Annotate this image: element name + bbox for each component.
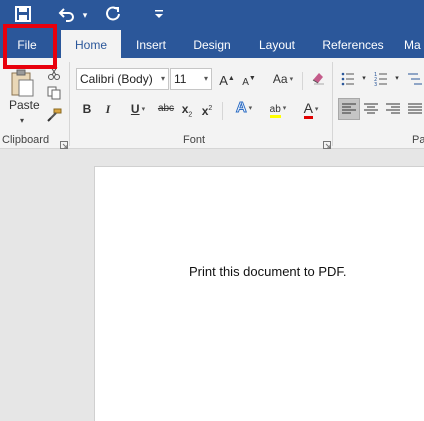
tab-references[interactable]: References: [314, 30, 392, 58]
highlight-color-button[interactable]: ab ▾: [262, 98, 294, 118]
font-size-combo[interactable]: 11 ▾: [170, 68, 212, 90]
group-separator: [69, 62, 70, 146]
tab-home[interactable]: Home: [61, 30, 121, 58]
justify-icon[interactable]: [406, 101, 424, 117]
numbering-icon[interactable]: 123: [374, 71, 392, 88]
separator: [222, 102, 223, 120]
change-case-button[interactable]: Aa ▾: [268, 69, 298, 89]
superscript-button[interactable]: x2: [200, 99, 214, 119]
quick-access-toolbar: ▾: [0, 0, 424, 30]
customize-quick-access-icon[interactable]: [152, 5, 168, 25]
paste-icon[interactable]: [10, 68, 36, 98]
group-separator: [332, 62, 333, 146]
strikethrough-button[interactable]: abc: [156, 99, 176, 119]
align-right-icon[interactable]: [384, 101, 402, 117]
align-center-icon[interactable]: [362, 101, 380, 117]
align-left-icon[interactable]: [340, 101, 358, 117]
document-text[interactable]: Print this document to PDF.: [189, 264, 347, 279]
clear-formatting-icon[interactable]: [310, 71, 326, 85]
subscript-button[interactable]: x2: [180, 99, 194, 119]
undo-icon[interactable]: [58, 5, 78, 25]
paste-dropdown-icon[interactable]: ▾: [20, 116, 24, 125]
bullets-icon[interactable]: [341, 71, 359, 87]
italic-button[interactable]: I: [102, 99, 114, 119]
bullets-dropdown-icon[interactable]: ▾: [360, 69, 368, 89]
clipboard-group-label: Clipboard: [2, 134, 50, 146]
font-group-label: Font: [183, 134, 206, 146]
paragraph-group-label: Pa: [412, 134, 424, 146]
save-icon[interactable]: [14, 5, 34, 25]
tab-mailings[interactable]: Ma: [404, 30, 424, 58]
font-name-dropdown-icon[interactable]: ▾: [161, 69, 165, 89]
multilevel-list-icon[interactable]: [406, 71, 424, 87]
separator: [302, 72, 303, 90]
font-size-value: 11: [174, 72, 187, 86]
tab-design[interactable]: Design: [184, 30, 240, 58]
format-painter-icon[interactable]: [46, 108, 62, 122]
shrink-font-button[interactable]: A▼: [240, 69, 258, 89]
tab-layout[interactable]: Layout: [250, 30, 304, 58]
numbering-dropdown-icon[interactable]: ▾: [393, 69, 401, 89]
document-page[interactable]: [94, 166, 424, 421]
undo-dropdown-icon[interactable]: ▾: [80, 5, 90, 25]
font-color-button[interactable]: A ▾: [296, 98, 326, 119]
file-tab-highlight: [3, 24, 57, 69]
grow-font-button[interactable]: A▲: [218, 69, 236, 89]
copy-icon[interactable]: [46, 86, 62, 100]
font-name-combo[interactable]: Calibri (Body) ▾: [76, 68, 169, 90]
redo-icon[interactable]: [104, 5, 124, 25]
font-launcher-icon[interactable]: [323, 136, 331, 149]
text-effects-button[interactable]: A ▾: [230, 98, 258, 118]
font-name-value: Calibri (Body): [80, 72, 153, 86]
home-ribbon: Paste ▾ Clipboard Calibri (Body) ▾ 11 ▾ …: [0, 58, 424, 149]
bold-button[interactable]: B: [80, 99, 94, 119]
ribbon-tabs: File Home Insert Design Layout Reference…: [0, 30, 424, 58]
font-size-dropdown-icon[interactable]: ▾: [204, 69, 208, 89]
paste-button[interactable]: Paste: [9, 98, 40, 112]
underline-button[interactable]: U ▾: [124, 99, 152, 119]
svg-text:3: 3: [374, 82, 377, 87]
clipboard-launcher-icon[interactable]: [60, 136, 68, 149]
tab-insert[interactable]: Insert: [126, 30, 176, 58]
